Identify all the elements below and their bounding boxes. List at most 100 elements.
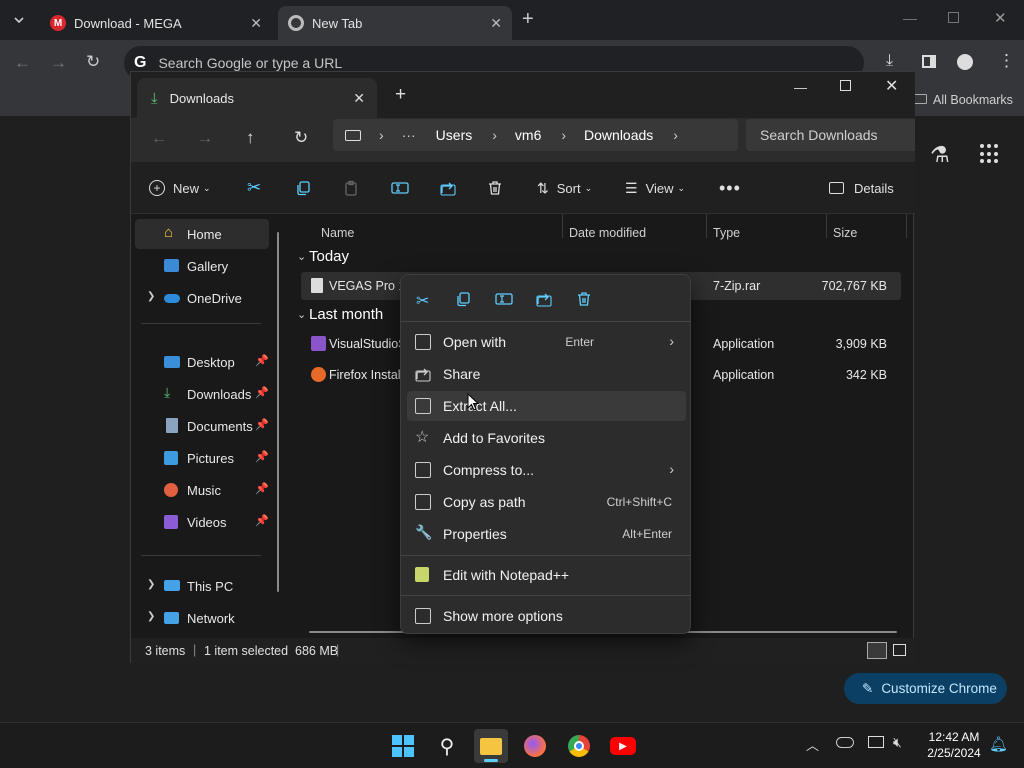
paste-button[interactable] xyxy=(343,174,359,202)
close-window-icon[interactable]: ✕ xyxy=(885,76,898,96)
start-button[interactable] xyxy=(386,729,420,763)
menu-item-edit-with-notepad[interactable]: Edit with Notepad++ xyxy=(407,560,686,590)
restore-icon[interactable] xyxy=(948,12,959,23)
notification-bell-icon[interactable]: 🔔︎ xyxy=(989,735,1008,753)
new-tab-plus-icon[interactable]: + xyxy=(522,8,534,31)
menu-item-properties[interactable]: 🔧 Properties Alt+Enter xyxy=(407,519,686,549)
nav-item-home[interactable]: ⌂ Home xyxy=(135,219,269,249)
column-header-size[interactable]: Size xyxy=(833,226,857,240)
address-bar[interactable]: › ··· Users › vm6 › Downloads › xyxy=(333,119,738,151)
group-header-last-month[interactable]: Last month xyxy=(309,306,383,323)
share-button[interactable] xyxy=(440,174,456,202)
new-button[interactable]: + New ⌄ xyxy=(149,174,211,202)
chevron-right-icon[interactable]: ❯ xyxy=(147,291,155,302)
tab-new-tab[interactable]: New Tab ✕ xyxy=(278,6,512,40)
download-icon[interactable]: ⤓ xyxy=(886,52,893,70)
breadcrumb-users[interactable]: Users xyxy=(436,127,473,143)
pin-icon[interactable]: 📌 xyxy=(255,514,269,527)
menu-item-copy-as-path[interactable]: Copy as path Ctrl+Shift+C xyxy=(407,487,686,517)
chevron-right-icon[interactable]: › xyxy=(673,127,678,143)
more-options-icon[interactable]: ••• xyxy=(719,174,741,202)
details-view-icon[interactable] xyxy=(867,642,887,659)
rename-action[interactable] xyxy=(495,291,517,309)
network-icon[interactable] xyxy=(868,736,884,748)
copy-action[interactable] xyxy=(455,291,477,309)
cut-action[interactable]: ✂ xyxy=(416,291,438,310)
column-header-date[interactable]: Date modified xyxy=(569,226,646,240)
tab-mega[interactable]: M Download - MEGA ✕ xyxy=(40,6,272,40)
details-button[interactable]: Details xyxy=(829,174,894,202)
menu-item-show-more-options[interactable]: Show more options xyxy=(407,601,686,631)
onedrive-offline-icon[interactable] xyxy=(836,737,854,748)
ellipsis-icon[interactable]: ··· xyxy=(402,127,416,143)
nav-item-music[interactable]: Music 📌 xyxy=(135,475,269,505)
minimize-icon[interactable]: — xyxy=(794,80,807,95)
chevron-down-icon[interactable]: ⌄ xyxy=(297,250,306,263)
nav-item-desktop[interactable]: Desktop 📌 xyxy=(135,347,269,377)
menu-item-add-to-favorites[interactable]: ☆ Add to Favorites xyxy=(407,423,686,453)
menu-item-extract-all[interactable]: Extract All... xyxy=(407,391,686,421)
sort-button[interactable]: ⇅ Sort ⌄ xyxy=(537,174,592,202)
delete-action[interactable] xyxy=(576,291,598,309)
labs-flask-icon[interactable]: ⚗ xyxy=(930,142,950,168)
menu-item-compress-to[interactable]: Compress to... › xyxy=(407,455,686,485)
rename-button[interactable] xyxy=(391,174,409,202)
tab-search-chevron-icon[interactable] xyxy=(8,9,30,31)
nav-scrollbar[interactable] xyxy=(277,232,279,592)
pin-icon[interactable]: 📌 xyxy=(255,450,269,463)
view-button[interactable]: ☰ View ⌄ xyxy=(625,174,685,202)
pin-icon[interactable]: 📌 xyxy=(255,354,269,367)
menu-item-open-with[interactable]: Open with Enter › xyxy=(407,327,686,357)
file-explorer-taskbar-button[interactable] xyxy=(474,729,508,763)
explorer-tab-downloads[interactable]: ⤓ Downloads ✕ xyxy=(137,78,377,118)
chevron-right-icon[interactable]: ❯ xyxy=(147,579,155,590)
nav-item-network[interactable]: ❯ Network xyxy=(135,603,269,633)
column-header-type[interactable]: Type xyxy=(713,226,740,240)
youtube-taskbar-button[interactable]: ▶ xyxy=(606,729,640,763)
pin-icon[interactable]: 📌 xyxy=(255,386,269,399)
breadcrumb-vm6[interactable]: vm6 xyxy=(515,127,541,143)
close-tab-icon[interactable]: ✕ xyxy=(490,15,502,32)
customize-chrome-button[interactable]: ✎ Customize Chrome xyxy=(844,673,1007,704)
back-icon[interactable]: ← xyxy=(14,53,31,73)
cut-button[interactable]: ✂ xyxy=(247,174,261,202)
chrome-taskbar-button[interactable] xyxy=(562,729,596,763)
delete-button[interactable] xyxy=(487,174,503,202)
nav-item-pictures[interactable]: Pictures 📌 xyxy=(135,443,269,473)
nav-item-gallery[interactable]: Gallery xyxy=(135,251,269,281)
pin-icon[interactable]: 📌 xyxy=(255,482,269,495)
breadcrumb-downloads[interactable]: Downloads xyxy=(584,127,653,143)
nav-item-onedrive[interactable]: ❯ OneDrive xyxy=(135,283,269,313)
column-header-name[interactable]: Name xyxy=(321,226,354,240)
all-bookmarks-link[interactable]: All Bookmarks xyxy=(933,93,1013,107)
nav-item-this-pc[interactable]: ❯ This PC xyxy=(135,571,269,601)
group-header-today[interactable]: Today xyxy=(309,248,349,265)
minimize-icon[interactable]: — xyxy=(903,10,917,26)
search-box[interactable]: Search Downloads xyxy=(746,119,915,151)
chevron-up-icon[interactable]: ︿ xyxy=(806,735,819,754)
nav-item-downloads[interactable]: ⤓ Downloads 📌 xyxy=(135,379,269,409)
chevron-right-icon[interactable]: ❯ xyxy=(147,611,155,622)
nav-item-documents[interactable]: Documents 📌 xyxy=(135,411,269,441)
side-panel-icon[interactable] xyxy=(922,55,936,68)
volume-muted-icon[interactable]: 🔇︎ xyxy=(893,734,902,751)
profile-icon[interactable] xyxy=(957,54,973,70)
nav-item-videos[interactable]: Videos 📌 xyxy=(135,507,269,537)
close-tab-icon[interactable]: ✕ xyxy=(353,90,365,107)
close-tab-icon[interactable]: ✕ xyxy=(250,15,262,32)
back-icon[interactable]: ← xyxy=(151,130,167,148)
clock[interactable]: 12:42 AM 2/25/2024 xyxy=(920,729,988,761)
refresh-icon[interactable]: ↻ xyxy=(294,128,308,148)
reload-icon[interactable]: ↻ xyxy=(86,52,100,72)
maximize-icon[interactable] xyxy=(840,80,851,91)
more-menu-icon[interactable]: ⋮ xyxy=(998,51,1015,71)
tiles-view-icon[interactable] xyxy=(893,644,906,656)
firefox-taskbar-button[interactable] xyxy=(518,729,552,763)
chevron-down-icon[interactable]: ⌄ xyxy=(297,308,306,321)
share-action[interactable] xyxy=(536,291,558,309)
search-button[interactable]: ⚲ xyxy=(430,729,464,763)
new-tab-plus-icon[interactable]: + xyxy=(395,84,406,106)
forward-icon[interactable]: → xyxy=(50,53,67,73)
up-icon[interactable]: ↑ xyxy=(246,128,255,148)
forward-icon[interactable]: → xyxy=(197,130,213,148)
